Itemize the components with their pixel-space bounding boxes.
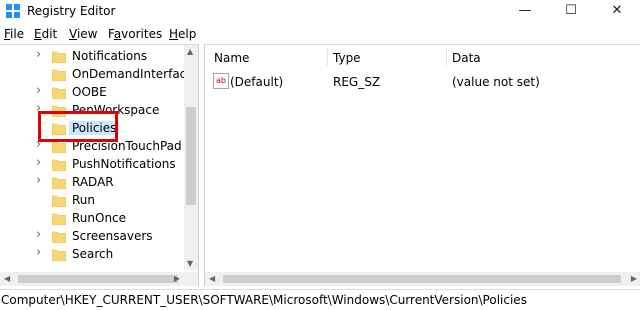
expand-chevron-icon[interactable]: › [36,173,41,188]
tree-item[interactable]: › PushNotifications [0,155,198,174]
tree-item[interactable]: Run [0,192,198,210]
tree-item-label: Notifications [72,49,148,63]
tree-item[interactable]: › OOBE [0,83,198,102]
menu-favorites[interactable]: Favorites [108,27,162,41]
column-data-header[interactable]: Data [452,51,481,65]
scrollbar-thumb[interactable] [223,275,621,283]
folder-icon [52,249,66,261]
folder-icon [52,159,66,171]
title-bar: Registry Editor — ☐ ✕ [0,0,640,22]
tree-item-label: Run [72,193,96,207]
expand-chevron-icon[interactable]: › [36,245,41,260]
menu-file[interactable]: File [4,27,24,41]
tree-item[interactable]: › Notifications [0,47,198,66]
tree-vertical-scrollbar[interactable]: ▲ ▼ [184,45,198,270]
value-list[interactable]: Name Type Data ab (Default) REG_SZ (valu… [204,44,640,286]
scroll-up-icon[interactable]: ▲ [187,47,193,56]
key-tree[interactable]: › Notifications OnDemandInterfaceC › OOBE › Pe… [0,44,199,286]
expand-chevron-icon[interactable]: › [36,47,41,62]
scroll-down-icon[interactable]: ▼ [187,259,193,268]
tree-item-label: OnDemandInterfaceC [72,67,199,81]
folder-icon [52,231,66,243]
menu-edit[interactable]: Edit [34,27,57,41]
menu-help[interactable]: Help [169,27,196,41]
scroll-right-icon[interactable]: ▶ [174,274,180,283]
value-data: (value not set) [452,75,540,89]
key-path: Computer\HKEY_CURRENT_USER\SOFTWARE\Micr… [1,293,527,307]
close-button[interactable]: ✕ [594,0,640,22]
tree-item[interactable]: › Screensavers [0,227,198,246]
scroll-left-icon[interactable]: ◀ [209,274,215,283]
column-type-header[interactable]: Type [333,51,361,65]
folder-icon [52,195,66,207]
tree-item-label: RunOnce [72,211,127,225]
scrollbar-thumb[interactable] [18,275,178,283]
scroll-right-icon[interactable]: ▶ [631,274,637,283]
window-title: Registry Editor [27,4,116,18]
tree-horizontal-scrollbar[interactable]: ◀ ▶ [0,272,198,286]
value-name[interactable]: (Default) [230,75,283,89]
string-value-icon: ab [213,73,229,89]
tree-item-label: Screensavers [72,229,153,243]
maximize-icon: ☐ [565,3,577,18]
column-divider[interactable] [446,48,447,66]
tree-item-label: RADAR [72,175,114,189]
value-type: REG_SZ [333,75,381,89]
tree-item[interactable]: OnDemandInterfaceC [0,66,198,84]
scroll-left-icon[interactable]: ◀ [4,274,10,283]
tree-item-label: OOBE [72,85,107,99]
tree-item-label: PushNotifications [72,157,176,171]
folder-icon [52,177,66,189]
minimize-button[interactable]: — [502,0,548,22]
column-divider[interactable] [327,48,328,66]
column-name-header[interactable]: Name [214,51,249,65]
list-horizontal-scrollbar[interactable]: ◀ ▶ [205,272,640,286]
folder-icon [52,51,66,63]
folder-icon [52,87,66,99]
folder-icon [52,69,66,81]
expand-chevron-icon[interactable]: › [36,155,41,170]
close-icon: ✕ [611,3,623,18]
tree-item[interactable]: RunOnce [0,210,198,228]
menu-bar: File Edit View Favorites Help [0,26,640,44]
highlight-box [38,111,118,142]
menu-view[interactable]: View [69,27,97,41]
maximize-button[interactable]: ☐ [548,0,594,22]
minimize-icon: — [518,3,532,18]
folder-icon [52,213,66,225]
tree-item[interactable]: › RADAR [0,173,198,192]
scrollbar-thumb[interactable] [186,107,196,205]
tree-item[interactable]: › Search [0,245,198,264]
expand-chevron-icon[interactable]: › [36,227,41,242]
status-bar: Computer\HKEY_CURRENT_USER\SOFTWARE\Micr… [0,289,640,310]
expand-chevron-icon[interactable]: › [36,83,41,98]
tree-item-label: Search [72,247,114,261]
registry-editor-icon [6,4,20,18]
